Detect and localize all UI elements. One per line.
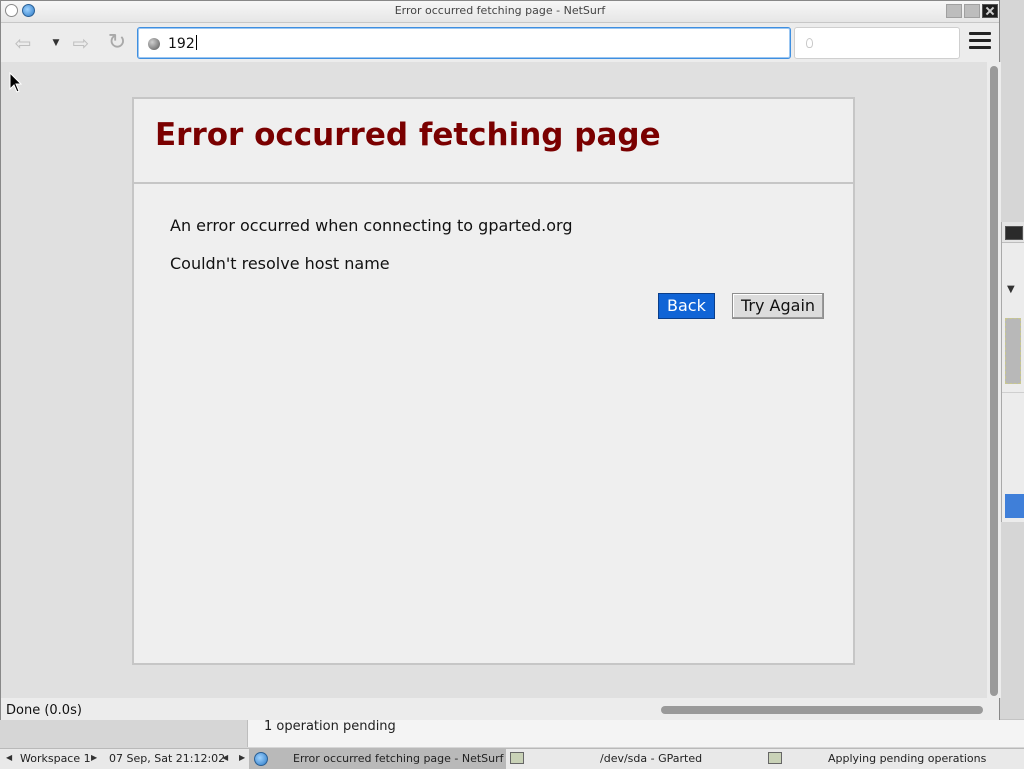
vertical-scroll-thumb[interactable]: [990, 66, 998, 696]
background-titlebar: [1002, 222, 1024, 243]
horizontal-scroll-thumb[interactable]: [661, 706, 983, 714]
background-gparted-window: ▼: [1001, 222, 1024, 522]
back-arrow-icon[interactable]: ⇦: [11, 32, 35, 54]
dialog-app-icon: [768, 752, 782, 764]
forward-arrow-icon[interactable]: ⇨: [69, 32, 93, 54]
vertical-scrollbar[interactable]: [987, 62, 1001, 698]
divider: [1002, 392, 1024, 393]
page-title: Error occurred fetching page: [155, 117, 661, 153]
error-message: An error occurred when connecting to gpa…: [170, 216, 573, 235]
netsurf-window: Error occurred fetching page - NetSurf ⇦…: [0, 0, 1001, 720]
selected-row[interactable]: [1005, 494, 1024, 518]
status-text: Done (0.0s): [6, 703, 82, 718]
task-prev-icon[interactable]: ◀: [222, 753, 228, 762]
url-input[interactable]: 192: [137, 27, 791, 59]
error-header: Error occurred fetching page: [134, 99, 853, 184]
status-bar: Done (0.0s): [1, 700, 999, 720]
globe-icon: [254, 752, 268, 766]
workspace-next-icon[interactable]: ▶: [91, 753, 97, 762]
search-provider-icon: [806, 38, 813, 48]
title-bar: Error occurred fetching page - NetSurf: [1, 1, 999, 23]
back-button[interactable]: Back: [658, 293, 715, 319]
text-caret: [195, 35, 197, 50]
gparted-app-icon: [510, 752, 524, 764]
workspace-label[interactable]: Workspace 1: [20, 752, 91, 765]
page-viewport[interactable]: Error occurred fetching page An error oc…: [1, 62, 987, 698]
mouse-cursor-icon: [9, 72, 23, 93]
window-title: Error occurred fetching page - NetSurf: [394, 4, 606, 17]
task-label-applying[interactable]: Applying pending operations: [828, 752, 986, 765]
close-button[interactable]: [982, 4, 998, 18]
clock: 07 Sep, Sat 21:12:02: [109, 752, 226, 765]
reload-icon[interactable]: ↻: [105, 32, 129, 54]
workspace-prev-icon[interactable]: ◀: [6, 753, 12, 762]
partition-graphic: [1005, 318, 1021, 384]
error-detail: Couldn't resolve host name: [170, 254, 390, 273]
window-controls: [946, 4, 998, 18]
background-status-strip: 1 operation pending: [247, 719, 1024, 747]
url-text[interactable]: 192: [168, 35, 197, 52]
toolbar: ⇦ ▼ ⇨ ↻ 192: [1, 23, 999, 63]
task-next-icon[interactable]: ▶: [239, 753, 245, 762]
maximize-button[interactable]: [964, 4, 980, 18]
task-label-netsurf[interactable]: Error occurred fetching page - NetSurf: [293, 752, 504, 765]
try-again-button[interactable]: Try Again: [732, 293, 825, 319]
hamburger-menu-icon[interactable]: [969, 32, 991, 54]
taskbar: ◀ Workspace 1 ▶ 07 Sep, Sat 21:12:02 ◀ ▶…: [0, 748, 1024, 769]
minimize-button[interactable]: [946, 4, 962, 18]
search-input[interactable]: [794, 27, 960, 59]
task-label-gparted[interactable]: /dev/sda - GParted: [600, 752, 702, 765]
chevron-down-icon[interactable]: ▼: [1007, 284, 1015, 295]
url-value[interactable]: 192: [168, 36, 195, 52]
error-panel: Error occurred fetching page An error oc…: [132, 97, 855, 665]
chevron-down-icon[interactable]: ▼: [44, 32, 68, 54]
site-status-icon: [148, 38, 160, 50]
pending-operations-text: 1 operation pending: [264, 719, 396, 734]
background-close-button[interactable]: [1005, 226, 1023, 240]
